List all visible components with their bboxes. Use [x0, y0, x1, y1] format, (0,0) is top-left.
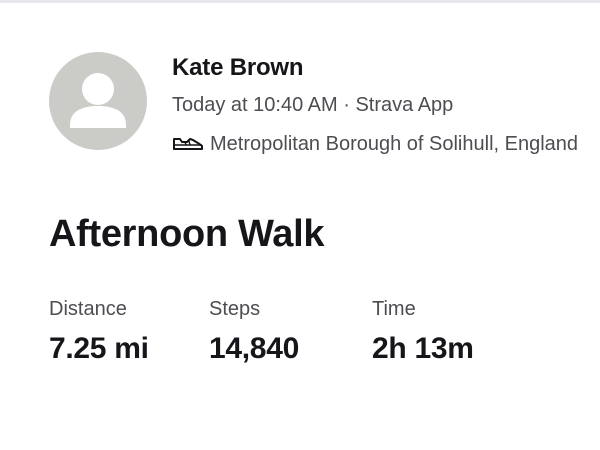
stat-distance: Distance 7.25 mi: [49, 296, 149, 367]
location-text: Metropolitan Borough of Solihull, Englan…: [210, 132, 579, 155]
stat-value: 14,840: [209, 332, 299, 365]
activity-meta: Today at 10:40 AM · Strava App: [172, 94, 454, 116]
person-placeholder-icon: [70, 73, 126, 128]
top-divider: [0, 0, 600, 3]
stat-steps: Steps 14,840: [209, 296, 299, 367]
stat-time: Time 2h 13m: [372, 296, 474, 367]
avatar[interactable]: [49, 52, 147, 150]
stat-label: Steps: [209, 298, 261, 320]
stat-value: 2h 13m: [372, 332, 474, 365]
stat-value: 7.25 mi: [49, 332, 149, 365]
stat-label: Time: [372, 298, 416, 320]
shoe-icon: [173, 138, 203, 150]
activity-location-row: Metropolitan Borough of Solihull, Englan…: [172, 130, 600, 158]
athlete-name[interactable]: Kate Brown: [172, 53, 304, 83]
activity-title[interactable]: Afternoon Walk: [49, 210, 324, 258]
activity-card: Kate Brown Today at 10:40 AM · Strava Ap…: [0, 0, 600, 450]
stat-label: Distance: [49, 298, 127, 320]
